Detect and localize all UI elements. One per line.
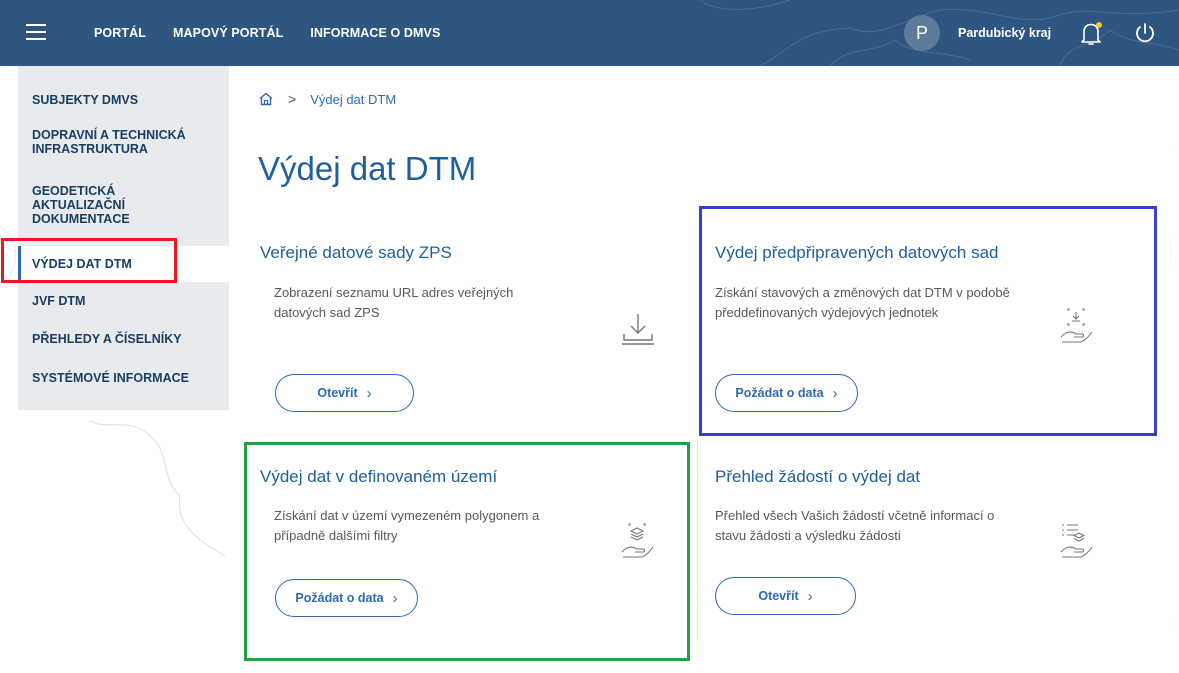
highlight-box-blue	[699, 206, 1157, 436]
sidebar-item-infrastructure[interactable]: DOPRAVNÍ A TECHNICKÁ INFRASTRUKTURA	[32, 128, 222, 156]
highlight-box-red	[1, 238, 177, 283]
download-tray-icon	[622, 314, 654, 345]
menu-icon[interactable]	[26, 24, 46, 40]
card-requests-overview-desc: Přehled všech Vašich žádostí včetně info…	[715, 508, 995, 543]
bell-icon[interactable]	[1079, 21, 1103, 47]
card-public-datasets-title[interactable]: Veřejné datové sady ZPS	[260, 243, 452, 263]
breadcrumb-current: Výdej dat DTM	[310, 91, 397, 107]
sidebar-item-subjects[interactable]: SUBJEKTY DMVS	[32, 93, 222, 107]
sidebar-item-jvf-dtm[interactable]: JVF DTM	[32, 294, 222, 308]
card-public-datasets-desc: Zobrazení seznamu URL adres veřejných da…	[274, 285, 514, 320]
page-title: Výdej dat DTM	[258, 150, 477, 187]
sidebar-item-system-info[interactable]: SYSTÉMOVÉ INFORMACE	[32, 371, 222, 385]
button-label: Otevřít	[317, 386, 358, 400]
open-requests-overview-button[interactable]: Otevřít ›	[715, 577, 856, 615]
region-label[interactable]: Pardubický kraj	[958, 26, 1051, 40]
card-divider	[697, 440, 698, 640]
sidebar-item-overviews[interactable]: PŘEHLEDY A ČÍSELNÍKY	[32, 332, 222, 346]
chevron-right-icon: ›	[366, 384, 372, 402]
highlight-box-green	[244, 442, 690, 661]
sidebar-item-geodetic-documentation[interactable]: GEODETICKÁ AKTUALIZAČNÍ DOKUMENTACE	[32, 184, 182, 226]
top-navigation: PORTÁL MAPOVÝ PORTÁL INFORMACE O DMVS	[94, 26, 467, 40]
power-icon[interactable]	[1133, 21, 1157, 45]
breadcrumb-separator: >	[288, 91, 297, 107]
card-requests-overview-title[interactable]: Přehled žádostí o výdej dat	[715, 467, 920, 487]
hand-list-icon	[1060, 524, 1093, 558]
breadcrumb: > Výdej dat DTM	[258, 91, 396, 107]
open-public-datasets-button[interactable]: Otevřít ›	[275, 374, 414, 412]
top-bar: PORTÁL MAPOVÝ PORTÁL INFORMACE O DMVS P …	[0, 0, 1179, 66]
chevron-right-icon: ›	[807, 587, 813, 605]
nav-portal[interactable]: PORTÁL	[94, 26, 146, 40]
nav-map-portal[interactable]: MAPOVÝ PORTÁL	[173, 26, 283, 40]
user-avatar[interactable]: P	[904, 15, 940, 51]
button-label: Otevřít	[758, 589, 799, 603]
nav-dmvs-info[interactable]: INFORMACE O DMVS	[310, 26, 440, 40]
home-icon[interactable]	[258, 91, 274, 107]
